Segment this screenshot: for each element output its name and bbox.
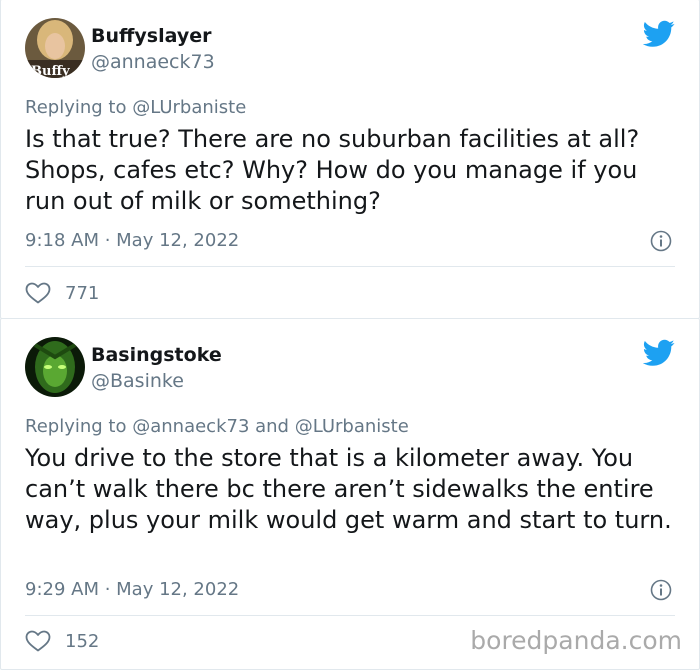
svg-text:Buffy: Buffy — [31, 64, 70, 78]
divider — [25, 266, 675, 267]
info-icon[interactable] — [650, 579, 672, 601]
user-handle[interactable]: @annaeck73 — [91, 51, 215, 73]
like-action[interactable]: 152 — [25, 630, 99, 652]
divider — [25, 615, 675, 616]
display-name[interactable]: Buffyslayer — [91, 25, 212, 47]
tweet-card: Basingstoke @Basinke Replying to @annaec… — [0, 318, 700, 670]
heart-icon[interactable] — [25, 630, 51, 652]
twitter-bird-icon[interactable] — [643, 339, 675, 367]
replying-to-label: Replying to — [25, 97, 127, 118]
tweet-text: Is that true? There are no suburban faci… — [25, 125, 640, 215]
tweet-card: Buffy Buffyslayer @annaeck73 Replying to… — [0, 0, 700, 319]
watermark: boredpanda.com — [470, 626, 682, 655]
like-action[interactable]: 771 — [25, 282, 99, 304]
tweet-text: You drive to the store that is a kilomet… — [25, 444, 672, 534]
info-icon[interactable] — [650, 230, 672, 252]
replying-to: Replying to @LUrbaniste — [25, 97, 246, 118]
replying-to: Replying to @annaeck73 and @LUrbaniste — [25, 416, 409, 437]
reply-mention-link[interactable]: @annaeck73 and @LUrbaniste — [132, 416, 409, 437]
heart-icon[interactable] — [25, 282, 51, 304]
reply-mention-link[interactable]: @LUrbaniste — [132, 97, 246, 118]
twitter-bird-icon[interactable] — [643, 20, 675, 48]
tweet-timestamp[interactable]: 9:18 AM · May 12, 2022 — [25, 230, 239, 251]
avatar[interactable]: Buffy — [25, 18, 85, 78]
like-count: 771 — [65, 282, 100, 304]
avatar[interactable] — [25, 337, 85, 397]
tweet-timestamp[interactable]: 9:29 AM · May 12, 2022 — [25, 579, 239, 600]
display-name[interactable]: Basingstoke — [91, 344, 222, 366]
replying-to-label: Replying to — [25, 416, 127, 437]
user-handle[interactable]: @Basinke — [91, 370, 184, 392]
like-count: 152 — [65, 630, 100, 652]
